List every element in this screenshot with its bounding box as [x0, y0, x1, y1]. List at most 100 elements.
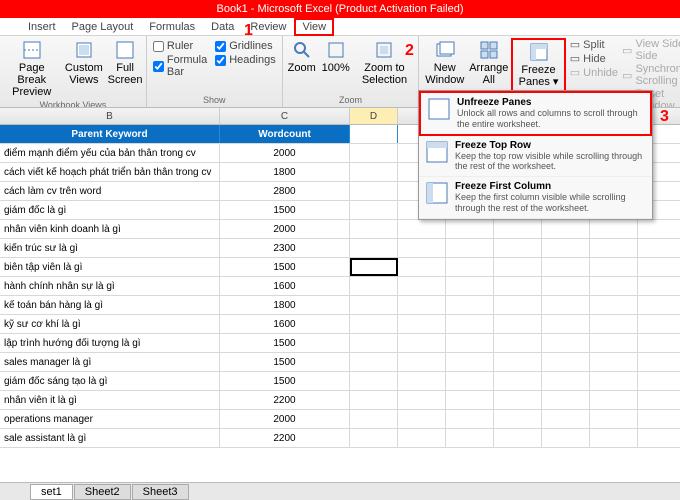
menu-page-layout[interactable]: Page Layout — [64, 19, 142, 35]
cell-empty[interactable] — [494, 220, 542, 238]
menu-data[interactable]: Data — [203, 19, 242, 35]
custom-views-button[interactable]: Custom Views — [63, 38, 104, 88]
table-row[interactable]: lập trình hướng đối tượng là gì1500 — [0, 334, 680, 353]
menu-view[interactable]: View — [294, 18, 334, 36]
cell-wordcount[interactable]: 1500 — [220, 334, 350, 352]
cell-empty[interactable] — [494, 334, 542, 352]
table-row[interactable]: nhân viên it là gì2200 — [0, 391, 680, 410]
cell-empty[interactable] — [494, 277, 542, 295]
cell-empty[interactable] — [350, 429, 398, 447]
cell-empty[interactable] — [590, 258, 638, 276]
cell-empty[interactable] — [446, 391, 494, 409]
check-formula-bar[interactable]: Formula Bar — [153, 54, 207, 78]
cell-empty[interactable] — [350, 258, 398, 276]
cell-empty[interactable] — [542, 220, 590, 238]
cell-empty[interactable] — [398, 220, 446, 238]
sheet-tab-3[interactable]: Sheet3 — [132, 484, 189, 500]
cell-empty[interactable] — [494, 258, 542, 276]
cell-empty[interactable] — [398, 334, 446, 352]
cell-empty[interactable] — [398, 258, 446, 276]
cell-wordcount[interactable]: 1500 — [220, 258, 350, 276]
cell-wordcount[interactable]: 2800 — [220, 182, 350, 200]
cell-wordcount[interactable]: 2000 — [220, 144, 350, 162]
cell-empty[interactable] — [446, 220, 494, 238]
table-row[interactable]: giám đốc sáng tạo là gì1500 — [0, 372, 680, 391]
table-row[interactable]: sales manager là gì1500 — [0, 353, 680, 372]
cell-empty[interactable] — [494, 410, 542, 428]
cell-empty[interactable] — [446, 258, 494, 276]
cell-empty[interactable] — [590, 353, 638, 371]
freeze-panes-button[interactable]: Freeze Panes ▾ — [511, 38, 565, 92]
cell-keyword[interactable]: sale assistant là gì — [0, 429, 220, 447]
cell-empty[interactable] — [590, 410, 638, 428]
sheet-tab-2[interactable]: Sheet2 — [74, 484, 131, 500]
cell-empty[interactable] — [398, 391, 446, 409]
cell-wordcount[interactable]: 1500 — [220, 372, 350, 390]
cell-empty[interactable] — [590, 391, 638, 409]
cell-wordcount[interactable]: 2200 — [220, 429, 350, 447]
table-row[interactable]: sale assistant là gì2200 — [0, 429, 680, 448]
cell-empty[interactable] — [398, 315, 446, 333]
cell-empty[interactable] — [542, 334, 590, 352]
cell-wordcount[interactable]: 2200 — [220, 391, 350, 409]
table-row[interactable]: kế toán bán hàng là gì1800 — [0, 296, 680, 315]
cell-empty[interactable] — [590, 372, 638, 390]
table-row[interactable]: hành chính nhân sự là gì1600 — [0, 277, 680, 296]
split-button[interactable]: ▭ Split — [570, 38, 618, 51]
cell-empty[interactable] — [350, 296, 398, 314]
arrange-all-button[interactable]: Arrange All — [470, 38, 507, 88]
cell-wordcount[interactable]: 2000 — [220, 410, 350, 428]
cell-empty[interactable] — [446, 372, 494, 390]
cell-empty[interactable] — [542, 296, 590, 314]
cell-empty[interactable] — [494, 239, 542, 257]
unfreeze-panes-item[interactable]: Unfreeze PanesUnlock all rows and column… — [419, 91, 652, 136]
cell-empty[interactable] — [494, 372, 542, 390]
cell-empty[interactable] — [398, 277, 446, 295]
cell-empty[interactable] — [590, 277, 638, 295]
cell-empty[interactable] — [446, 353, 494, 371]
cell-empty[interactable] — [542, 239, 590, 257]
cell-empty[interactable] — [350, 277, 398, 295]
cell-empty[interactable] — [350, 201, 398, 219]
cell-empty[interactable] — [446, 410, 494, 428]
cell-empty[interactable] — [350, 353, 398, 371]
cell-empty[interactable] — [446, 296, 494, 314]
cell-wordcount[interactable]: 1600 — [220, 277, 350, 295]
zoom-button[interactable]: Zoom — [287, 38, 317, 76]
cell-empty[interactable] — [542, 429, 590, 447]
col-header-C[interactable]: C — [220, 108, 350, 124]
cell-empty[interactable] — [350, 315, 398, 333]
cell-empty[interactable] — [398, 239, 446, 257]
hide-button[interactable]: ▭ Hide — [570, 52, 618, 65]
cell-keyword[interactable]: sales manager là gì — [0, 353, 220, 371]
cell-empty[interactable] — [494, 353, 542, 371]
table-row[interactable]: operations manager2000 — [0, 410, 680, 429]
cell-keyword[interactable]: cách viết kế hoạch phát triển bản thân t… — [0, 163, 220, 181]
cell-empty[interactable] — [350, 163, 398, 181]
table-row[interactable]: biên tập viên là gì1500 — [0, 258, 680, 277]
check-ruler[interactable]: Ruler — [153, 40, 207, 52]
table-row[interactable]: kỹ sư cơ khí là gì1600 — [0, 315, 680, 334]
cell-wordcount[interactable]: 1600 — [220, 315, 350, 333]
cell-empty[interactable] — [494, 429, 542, 447]
cell-empty[interactable] — [590, 239, 638, 257]
cell-keyword[interactable]: giám đốc sáng tạo là gì — [0, 372, 220, 390]
cell-empty[interactable] — [398, 353, 446, 371]
cell-empty[interactable] — [590, 429, 638, 447]
cell-empty[interactable] — [350, 410, 398, 428]
cell-empty[interactable] — [494, 315, 542, 333]
col-header-B[interactable]: B — [0, 108, 220, 124]
cell-empty[interactable] — [542, 258, 590, 276]
cell-empty[interactable] — [446, 239, 494, 257]
cell-empty[interactable] — [590, 315, 638, 333]
cell-empty[interactable] — [350, 182, 398, 200]
cell-wordcount[interactable]: 1800 — [220, 296, 350, 314]
new-window-button[interactable]: New Window — [423, 38, 466, 88]
cell-wordcount[interactable]: 2000 — [220, 220, 350, 238]
cell-empty[interactable] — [542, 391, 590, 409]
cell-keyword[interactable]: kỹ sư cơ khí là gì — [0, 315, 220, 333]
zoom-100-button[interactable]: 100% — [321, 38, 351, 76]
freeze-first-column-item[interactable]: Freeze First ColumnKeep the first column… — [419, 177, 652, 219]
cell-keyword[interactable]: hành chính nhân sự là gì — [0, 277, 220, 295]
cell-empty[interactable] — [542, 315, 590, 333]
